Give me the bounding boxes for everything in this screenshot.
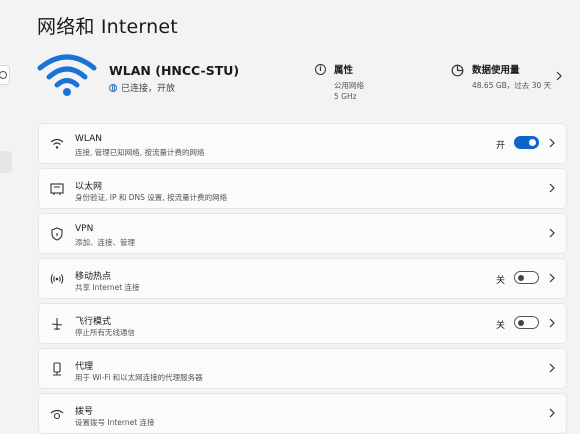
- properties-title: 属性: [334, 65, 354, 76]
- chevron-right-icon[interactable]: [549, 138, 555, 148]
- shield-icon: [51, 227, 63, 241]
- toggle-state-label: 关: [495, 276, 505, 286]
- settings-row[interactable]: VPN 添加、连接、管理: [38, 213, 567, 254]
- proxy-icon: [53, 362, 61, 376]
- settings-row[interactable]: 以太网 身份验证, IP 和 DNS 设置, 按流量计费的网络: [38, 168, 567, 209]
- globe-icon: [109, 83, 117, 92]
- data-usage-detail: 48.65 GB，过去 30 天: [472, 81, 552, 90]
- wifi-icon: [50, 138, 64, 149]
- dialup-icon: [50, 409, 64, 420]
- settings-row[interactable]: WLAN 连接, 管理已知网络, 按流量计费的网络 开: [38, 123, 567, 164]
- info-icon: i: [315, 64, 326, 75]
- row-description: 停止所有无线通信: [75, 328, 135, 337]
- settings-row[interactable]: 飞行模式 停止所有无线通信 关: [38, 303, 567, 344]
- properties-link[interactable]: i 属性 公用网络 5 GHz: [315, 62, 364, 102]
- row-description: 用于 Wi-Fi 和以太网连接的代理服务器: [75, 373, 203, 382]
- toggle-state-label: 关: [495, 321, 505, 331]
- data-usage-icon: [451, 64, 464, 77]
- row-description: 设置拨号 Internet 连接: [75, 418, 155, 427]
- settings-row[interactable]: 代理 用于 Wi-Fi 和以太网连接的代理服务器: [38, 348, 567, 389]
- settings-row[interactable]: 移动热点 共享 Internet 连接 关: [38, 258, 567, 299]
- search-icon: [0, 71, 7, 79]
- row-title: VPN: [75, 224, 94, 234]
- network-status: 已连接，开放: [109, 81, 175, 94]
- row-title: 拨号: [75, 407, 94, 417]
- toggle-knob: [529, 139, 536, 146]
- wifi-large-icon: [37, 54, 97, 96]
- page-title: 网络和 Internet: [37, 16, 178, 38]
- data-usage-link[interactable]: 数据使用量 48.65 GB，过去 30 天: [451, 62, 551, 91]
- row-title: 代理: [75, 362, 94, 372]
- nav-search-box[interactable]: [0, 65, 10, 85]
- properties-band: 5 GHz: [334, 92, 357, 101]
- nav-selected-item[interactable]: [0, 151, 12, 173]
- chevron-right-icon[interactable]: [556, 71, 562, 81]
- row-title: 飞行模式: [75, 317, 112, 327]
- properties-network-type: 公用网络: [334, 81, 364, 90]
- row-description: 添加、连接、管理: [75, 238, 135, 247]
- network-name: WLAN (HNCC-STU): [109, 63, 240, 78]
- network-status-text: 已连接，开放: [121, 84, 176, 94]
- toggle-switch[interactable]: [514, 136, 539, 149]
- row-description: 连接, 管理已知网络, 按流量计费的网络: [75, 148, 205, 157]
- row-title: WLAN: [75, 134, 103, 144]
- hotspot-icon: [50, 274, 64, 284]
- ethernet-icon: [50, 183, 64, 195]
- toggle-switch[interactable]: [514, 316, 539, 329]
- chevron-right-icon[interactable]: [549, 363, 555, 373]
- row-title: 以太网: [75, 182, 103, 192]
- row-title: 移动热点: [75, 272, 112, 282]
- chevron-right-icon[interactable]: [549, 183, 555, 193]
- row-description: 共享 Internet 连接: [75, 283, 140, 292]
- settings-row[interactable]: 拨号 设置拨号 Internet 连接: [38, 393, 567, 434]
- chevron-right-icon[interactable]: [549, 408, 555, 418]
- airplane-icon: [51, 318, 63, 330]
- toggle-knob: [518, 274, 524, 281]
- toggle-state-label: 开: [495, 141, 505, 151]
- row-description: 身份验证, IP 和 DNS 设置, 按流量计费的网络: [75, 193, 228, 202]
- toggle-switch[interactable]: [514, 271, 539, 284]
- chevron-right-icon[interactable]: [549, 318, 555, 328]
- chevron-right-icon[interactable]: [549, 273, 555, 283]
- data-usage-title: 数据使用量: [472, 65, 520, 76]
- chevron-right-icon[interactable]: [549, 228, 555, 238]
- toggle-knob: [518, 319, 524, 326]
